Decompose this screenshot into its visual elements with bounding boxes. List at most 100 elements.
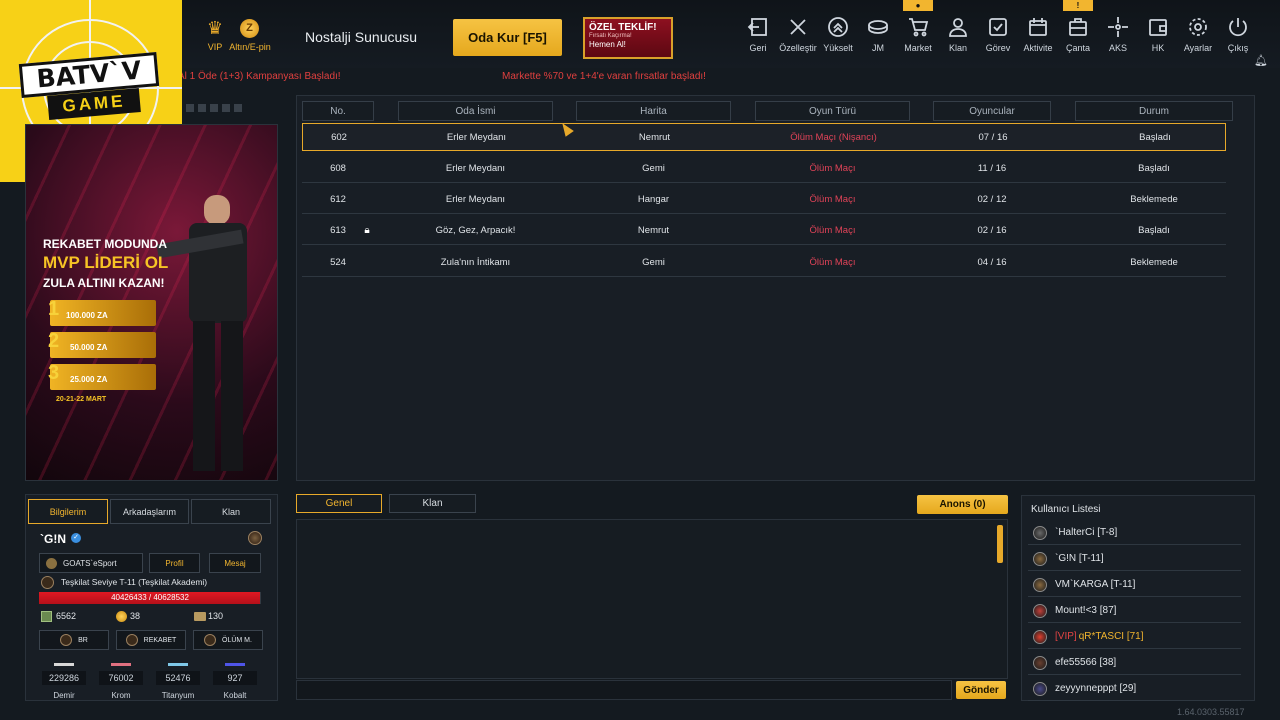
send-button[interactable]: Gönder: [956, 681, 1006, 699]
rank-icon: [1033, 629, 1047, 644]
back-icon: [747, 18, 767, 36]
chat-input[interactable]: [296, 680, 952, 700]
room-map: Nemrut: [637, 225, 670, 236]
rank-icon: [1033, 551, 1047, 566]
version-text: 1.64.0303.55817: [1177, 707, 1245, 717]
power-icon: [1229, 18, 1247, 37]
nav-label: JM: [872, 43, 884, 53]
altin-icon[interactable]: Z: [240, 19, 259, 38]
vip-icon[interactable]: ♛: [204, 18, 226, 38]
room-row[interactable]: 612 Erler Meydanı Hangar Ölüm Maçı 02 / 12 Be…: [302, 186, 1226, 214]
room-map: Gemi: [642, 163, 665, 174]
mode-deathmatch-button[interactable]: ÖLÜM M.: [193, 630, 263, 650]
nav-upgrade[interactable]: Yükselt: [818, 16, 858, 53]
nav-cart[interactable]: ● Market: [898, 0, 938, 53]
resource-2: 52476 Titanyum: [156, 663, 200, 700]
resource-3: 927 Kobalt: [213, 663, 257, 700]
message-button[interactable]: Mesaj: [209, 553, 261, 573]
user-list-title: Kullanıcı Listesi: [1031, 504, 1101, 515]
altin-label: Altın/E-pin: [229, 42, 271, 52]
resource-name: Demir: [53, 691, 75, 700]
col-room-name[interactable]: Oda İsmi: [398, 101, 553, 121]
nav-calendar[interactable]: Aktivite: [1018, 16, 1058, 53]
resource-name: Krom: [111, 691, 131, 700]
chat-tab-clan[interactable]: Klan: [389, 494, 476, 513]
resource-name: Kobalt: [223, 691, 247, 700]
col-map[interactable]: Harita: [576, 101, 731, 121]
nav-task[interactable]: Görev: [978, 16, 1018, 53]
rank-icon: [1033, 603, 1047, 618]
nav-tools[interactable]: Özelleştir: [778, 16, 818, 53]
tools-icon: [790, 19, 806, 35]
nav-crosshair[interactable]: AKS: [1098, 16, 1138, 53]
promo-prize-2: 2 50.000 ZA: [48, 330, 156, 358]
room-map: Nemrut: [638, 131, 671, 143]
br-icon: [60, 634, 73, 646]
user-list-item[interactable]: Mount!<3 [87]: [1028, 599, 1241, 623]
room-mode: Ölüm Maçı (Nişancı): [790, 131, 877, 143]
stat-value-2: 38: [130, 611, 141, 621]
room-row[interactable]: 524 Zula'nın İntikamı Gemi Ölüm Maçı 04 / 16…: [302, 249, 1226, 277]
create-room-button[interactable]: Oda Kur [F5]: [453, 19, 562, 56]
col-game-type[interactable]: Oyun Türü: [755, 101, 910, 121]
nav-wallet[interactable]: HK: [1138, 16, 1178, 53]
nav-coins[interactable]: JM: [858, 16, 898, 53]
verified-icon: ✓: [71, 533, 81, 543]
resource-color-bar: [111, 663, 131, 666]
stat-value-1: 6562: [56, 611, 77, 621]
col-status[interactable]: Durum: [1075, 101, 1233, 121]
nav-power[interactable]: Çıkış: [1218, 16, 1258, 53]
room-status: Başladı: [1139, 131, 1171, 143]
nav-gear[interactable]: Ayarlar: [1178, 16, 1218, 53]
resource-1: 76002 Krom: [99, 663, 143, 700]
special-offer-button[interactable]: ÖZEL TEKLİF! Fırsatı Kaçırma! Hemen Al!: [583, 17, 673, 59]
vip-label: VIP: [207, 42, 223, 52]
user-list-item[interactable]: zeyyynnepppt [29]: [1028, 677, 1241, 701]
gold-coin-icon: [116, 611, 127, 622]
room-mode: Ölüm Maçı: [809, 163, 856, 174]
chat-scrollbar[interactable]: [997, 525, 1003, 563]
bag-icon: [1069, 18, 1087, 36]
tab-clan[interactable]: Klan: [191, 499, 271, 524]
nav-clan[interactable]: Klan: [938, 16, 978, 53]
nav-bag[interactable]: ! Çanta: [1058, 0, 1098, 53]
user-name: efe55566 [38]: [1055, 657, 1117, 668]
nav-back[interactable]: Geri: [738, 16, 778, 53]
tab-friends[interactable]: Arkadaşlarım: [110, 499, 189, 524]
room-row[interactable]: 602 Erler Meydanı Nemrut Ölüm Maçı (Nişancı…: [302, 123, 1226, 151]
clan-tag[interactable]: GOATS`eSport: [39, 553, 143, 573]
promo-prize-3: 3 25.000 ZA: [48, 362, 156, 390]
user-list-item[interactable]: [VIP] qR*TASCI [71]: [1028, 625, 1241, 649]
promo-banner[interactable]: REKABET MODUNDA MVP LİDERİ OL ZULA ALTIN…: [25, 124, 278, 481]
wallet-icon: [1149, 19, 1167, 36]
mode-br-button[interactable]: BR: [39, 630, 109, 650]
nav-label: Ayarlar: [1183, 43, 1213, 53]
nav-label: Aktivite: [1023, 43, 1053, 53]
col-no[interactable]: No.: [302, 101, 374, 121]
competitive-icon: [125, 634, 138, 646]
room-name: Erler Meydanı: [446, 131, 507, 143]
resource-color-bar: [54, 663, 74, 666]
notification-bell-icon[interactable]: 🔔︎: [1254, 55, 1268, 67]
ticket-icon: [194, 612, 206, 621]
xp-bar: 40426433 / 40628532: [39, 592, 261, 604]
user-list-item[interactable]: `G!N [T-11]: [1028, 547, 1241, 571]
user-list-item[interactable]: VM`KARGA [T-11]: [1028, 573, 1241, 597]
clan-icon: [949, 18, 967, 37]
room-players: 02 / 12: [977, 194, 1007, 205]
profile-button[interactable]: Profil: [149, 553, 200, 573]
rank-icon: [1033, 525, 1047, 540]
room-row[interactable]: 613 🔒︎ Göz, Gez, Arpacık! Nemrut Ölüm Maçı 02…: [302, 217, 1226, 245]
mode-competitive-button[interactable]: REKABET: [116, 630, 186, 650]
level-icon: [41, 576, 54, 589]
room-row[interactable]: 608 Erler Meydanı Gemi Ölüm Maçı 11 / 16 Başl…: [302, 155, 1226, 183]
col-players[interactable]: Oyuncular: [933, 101, 1051, 121]
stat-icon-1: [41, 611, 52, 622]
user-list-item[interactable]: `HalterCi [T-8]: [1028, 521, 1241, 545]
user-list-item[interactable]: efe55566 [38]: [1028, 651, 1241, 675]
room-name: Zula'nın İntikamı: [440, 257, 511, 268]
announce-button[interactable]: Anons (0): [917, 495, 1008, 514]
resource-value: 76002: [99, 671, 143, 685]
chat-tab-general[interactable]: Genel: [296, 494, 382, 513]
tab-my-info[interactable]: Bilgilerim: [28, 499, 108, 524]
